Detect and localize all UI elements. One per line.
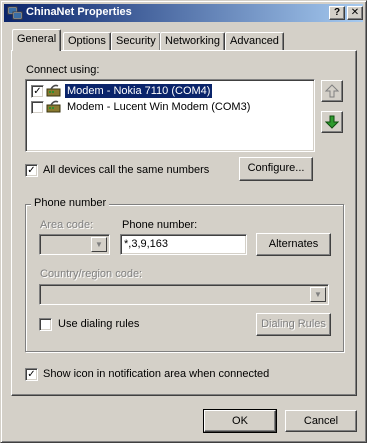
- show-icon-checkbox[interactable]: ✓: [25, 368, 38, 381]
- network-connection-icon: [7, 6, 23, 20]
- chevron-down-icon: ▼: [310, 287, 326, 302]
- tab-label: Security: [116, 35, 156, 47]
- phone-number-input[interactable]: *,3,9,163: [120, 234, 247, 255]
- tab-options[interactable]: Options: [63, 32, 111, 51]
- country-region-label: Country/region code:: [40, 268, 143, 280]
- device-checkbox[interactable]: [31, 101, 44, 114]
- device-item-nokia[interactable]: ✓ Modem - Nokia 7110 (COM4): [29, 83, 311, 99]
- arrow-down-icon: [324, 115, 340, 129]
- modem-icon: [46, 84, 61, 97]
- dialing-rules-button: Dialing Rules: [256, 313, 331, 336]
- tab-general[interactable]: General: [12, 29, 62, 51]
- device-label: Modem - Nokia 7110 (COM4): [63, 83, 214, 99]
- tab-security[interactable]: Security: [111, 32, 161, 51]
- device-label: Modem - Lucent Win Modem (COM3): [67, 101, 251, 113]
- use-dialing-rules-label: Use dialing rules: [58, 318, 140, 330]
- use-dialing-rules-checkbox[interactable]: [39, 318, 52, 331]
- all-devices-label: All devices call the same numbers: [43, 164, 210, 176]
- move-down-button[interactable]: [321, 111, 343, 133]
- cancel-button[interactable]: Cancel: [285, 410, 357, 432]
- tab-label: Options: [68, 35, 106, 47]
- ok-button[interactable]: OK: [203, 409, 277, 433]
- tab-label: General: [17, 33, 57, 45]
- configure-button[interactable]: Configure...: [239, 157, 313, 181]
- chevron-down-icon: ▼: [91, 237, 107, 252]
- help-button[interactable]: ?: [329, 6, 345, 20]
- arrow-up-icon: [324, 84, 340, 98]
- properties-dialog: ChinaNet Properties ? ✕ General Options …: [0, 0, 367, 443]
- close-button[interactable]: ✕: [347, 6, 363, 20]
- tab-label: Advanced: [230, 35, 279, 47]
- phone-number-label: Phone number:: [122, 219, 198, 231]
- device-item-lucent[interactable]: Modem - Lucent Win Modem (COM3): [29, 99, 311, 115]
- tab-networking[interactable]: Networking: [160, 32, 226, 51]
- tab-advanced[interactable]: Advanced: [225, 32, 284, 51]
- devices-listbox[interactable]: ✓ Modem - Nokia 7110 (COM4) Modem - Luce…: [25, 79, 315, 152]
- all-devices-checkbox[interactable]: ✓: [25, 164, 38, 177]
- window-title: ChinaNet Properties: [26, 6, 132, 18]
- area-code-combobox: ▼: [39, 234, 110, 255]
- title-bar[interactable]: ChinaNet Properties ? ✕: [4, 4, 363, 22]
- show-icon-label: Show icon in notification area when conn…: [43, 368, 270, 380]
- country-region-combobox: ▼: [39, 284, 329, 305]
- connect-using-label: Connect using:: [26, 64, 100, 76]
- tab-divider: [14, 49, 58, 52]
- alternates-button[interactable]: Alternates: [256, 233, 331, 256]
- phone-group-title: Phone number: [31, 197, 110, 209]
- move-up-button[interactable]: [321, 80, 343, 102]
- tab-label: Networking: [165, 35, 221, 47]
- modem-icon: [46, 100, 61, 113]
- area-code-label: Area code:: [40, 219, 94, 231]
- device-checkbox[interactable]: ✓: [31, 85, 44, 98]
